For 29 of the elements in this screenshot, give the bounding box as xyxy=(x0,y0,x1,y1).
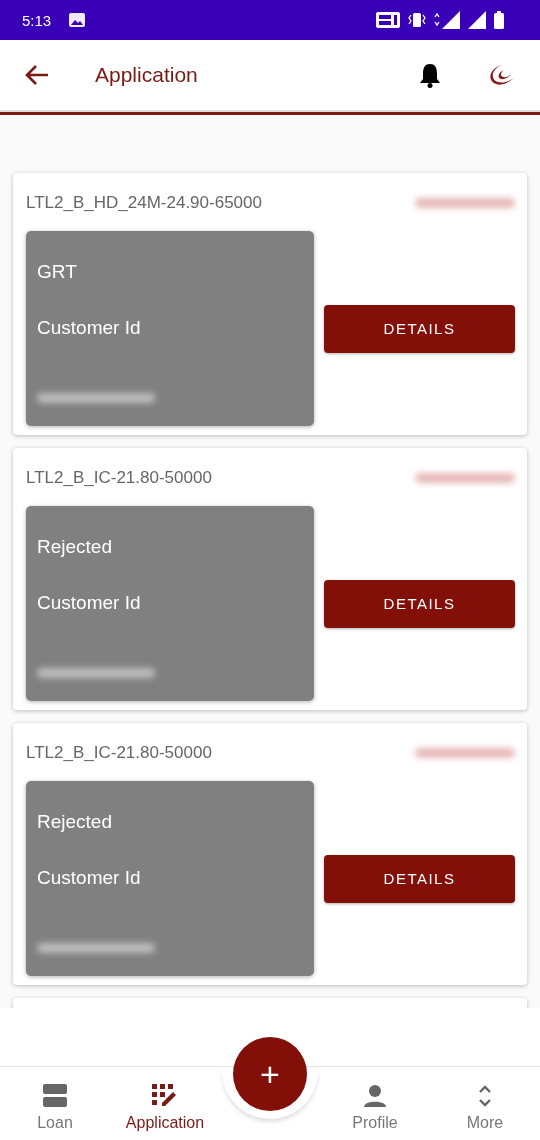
product-code: LTL2_B_IC-21.80-50000 xyxy=(26,468,212,488)
image-icon xyxy=(69,13,86,27)
nav-tab[interactable]: Profile xyxy=(320,1084,430,1132)
person-icon xyxy=(362,1084,388,1108)
nav-tab[interactable]: Loan xyxy=(0,1084,110,1132)
bell-icon[interactable] xyxy=(418,62,442,88)
details-button[interactable]: DETAILS xyxy=(324,854,515,903)
application-status: Rejected xyxy=(37,536,113,558)
customer-id-label: Customer Id xyxy=(37,317,142,339)
application-status: GRT xyxy=(37,261,78,283)
signal-icon xyxy=(434,11,460,29)
list-icon xyxy=(42,1084,68,1108)
product-code: LTL2_B_HD_24M-24.90-65000 xyxy=(26,193,262,213)
page-title: Application xyxy=(95,63,198,87)
nav-tab[interactable]: Application xyxy=(110,1084,220,1132)
battery-icon xyxy=(494,11,504,29)
customer-id-label: Customer Id xyxy=(37,867,142,889)
product-code: LTL2_B_IC-21.80-50000 xyxy=(26,743,212,763)
status-time: 5:13 xyxy=(22,11,52,29)
application-status: Rejected xyxy=(37,811,113,833)
vibrate-icon xyxy=(408,12,426,28)
grid-edit-icon xyxy=(152,1084,178,1108)
details-button[interactable]: DETAILS xyxy=(324,304,515,353)
back-arrow-icon[interactable] xyxy=(24,64,50,86)
nav-tab[interactable]: More xyxy=(430,1084,540,1132)
add-button[interactable]: + xyxy=(233,1037,307,1111)
details-button[interactable]: DETAILS xyxy=(324,579,515,628)
customer-id-label: Customer Id xyxy=(37,592,142,614)
signal-icon xyxy=(468,11,486,29)
